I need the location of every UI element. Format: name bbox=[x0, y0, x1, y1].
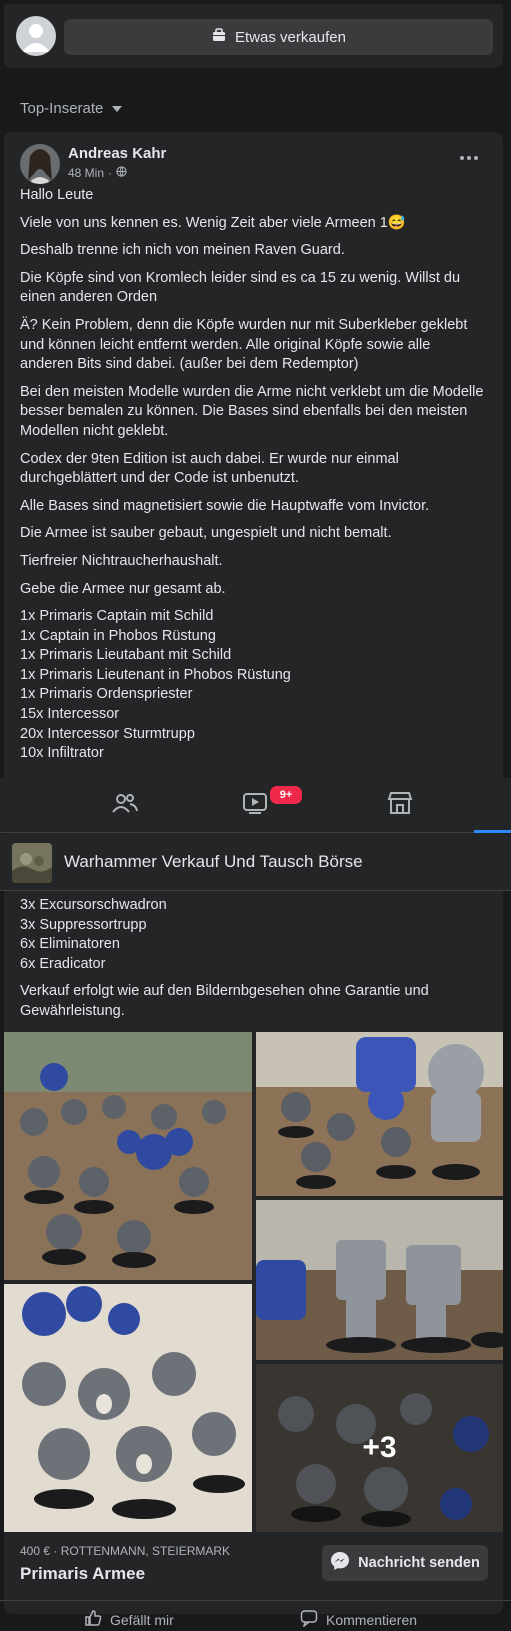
photo-5[interactable]: +3 bbox=[256, 1364, 503, 1532]
people-icon bbox=[112, 791, 138, 820]
list-item: 1x Primaris Lieutabant mit Schild bbox=[20, 647, 232, 664]
notification-badge: 9+ bbox=[268, 784, 304, 806]
army-list-continued: 3x Excursorschwadron 3x Suppressortrupp … bbox=[20, 896, 486, 974]
more-options-button[interactable] bbox=[451, 146, 487, 170]
globe-icon bbox=[116, 166, 127, 180]
post-closing: Verkauf erfolgt wie auf den Bildernbgese… bbox=[20, 983, 429, 1019]
video-icon bbox=[242, 791, 268, 820]
more-photos-overlay[interactable]: +3 bbox=[256, 1364, 503, 1532]
thumbs-up-icon bbox=[84, 1609, 102, 1630]
sell-something-button[interactable]: Etwas verkaufen bbox=[64, 19, 493, 55]
list-item: 6x Eradicator bbox=[20, 955, 106, 972]
meta-separator: · bbox=[108, 166, 113, 180]
post-paragraph: Die Köpfe sind von Kromlech leider sind … bbox=[20, 269, 461, 306]
list-item: 3x Suppressortrupp bbox=[20, 916, 147, 933]
list-item: 1x Primaris Ordenspriester bbox=[20, 686, 193, 703]
photo-3[interactable] bbox=[256, 1200, 503, 1360]
post-paragraph: Ä? Kein Problem, denn die Köpfe wurden n… bbox=[20, 316, 468, 373]
sell-composer: Etwas verkaufen bbox=[4, 4, 503, 68]
post-paragraph: Gebe die Armee nur gesamt ab. bbox=[20, 580, 226, 597]
feed-filter[interactable]: Top-Inserate bbox=[20, 100, 123, 117]
dot-icon bbox=[460, 156, 464, 160]
bottom-navigation: 9+ bbox=[0, 778, 511, 833]
caret-down-icon bbox=[111, 100, 123, 117]
send-message-label: Nachricht senden bbox=[358, 1555, 480, 1571]
list-item: 1x Captain in Phobos Rüstung bbox=[20, 627, 216, 644]
army-list: 1x Primaris Captain mit Schild 1x Captai… bbox=[20, 607, 486, 764]
post-paragraph: Codex der 9ten Edition ist auch dabei. E… bbox=[20, 450, 399, 487]
list-item: 1x Primaris Lieutenant in Phobos Rüstung bbox=[20, 666, 291, 683]
photo-2[interactable] bbox=[256, 1032, 503, 1196]
post-paragraph: Bei den meisten Modelle wurden die Arme … bbox=[20, 383, 484, 439]
post-time[interactable]: 48 Min bbox=[68, 166, 104, 180]
dot-icon bbox=[467, 156, 471, 160]
list-item: 3x Excursorschwadron bbox=[20, 897, 167, 913]
post-actions: Gefällt mir Kommentieren bbox=[0, 1600, 511, 1631]
photo-4[interactable] bbox=[4, 1284, 252, 1532]
feed-filter-label: Top-Inserate bbox=[20, 100, 104, 117]
user-avatar[interactable] bbox=[16, 16, 56, 56]
list-item: 20x Intercessor Sturmtrupp bbox=[20, 725, 195, 742]
author-avatar[interactable] bbox=[20, 144, 60, 184]
list-item: 10x Infiltrator bbox=[20, 745, 104, 762]
list-item: 1x Primaris Captain mit Schild bbox=[20, 608, 214, 625]
photo-1[interactable] bbox=[4, 1032, 252, 1280]
group-thumbnail bbox=[12, 843, 52, 883]
list-item: 15x Intercessor bbox=[20, 706, 120, 723]
group-title: Warhammer Verkauf Und Tausch Börse bbox=[64, 852, 363, 871]
post-text: Hallo Leute Viele von uns kennen es. Wen… bbox=[20, 186, 486, 764]
sell-button-label: Etwas verkaufen bbox=[235, 28, 346, 46]
post-paragraph: Alle Bases sind magnetisiert sowie die H… bbox=[20, 497, 430, 514]
post-paragraph: Viele von uns kennen es. Wenig Zeit aber… bbox=[20, 214, 406, 231]
post-paragraph: Hallo Leute bbox=[20, 187, 94, 203]
photo-grid: +3 bbox=[4, 1032, 503, 1532]
group-header[interactable]: Warhammer Verkauf Und Tausch Börse bbox=[0, 834, 511, 891]
nav-active-indicator bbox=[474, 830, 511, 833]
send-message-button[interactable]: Nachricht senden bbox=[322, 1545, 488, 1581]
comment-button[interactable]: Kommentieren bbox=[300, 1609, 417, 1630]
listing-title[interactable]: Primaris Armee bbox=[20, 1564, 230, 1584]
like-button[interactable]: Gefällt mir bbox=[84, 1609, 174, 1630]
marketplace-icon bbox=[387, 791, 413, 820]
post-paragraph: Die Armee ist sauber gebaut, ungespielt … bbox=[20, 525, 392, 542]
post-paragraph: Deshalb trenne ich nich von meinen Raven… bbox=[20, 242, 345, 259]
post-paragraph: Tierfreier Nichtraucherhaushalt. bbox=[20, 552, 223, 569]
post-text-continued: 3x Excursorschwadron 3x Suppressortrupp … bbox=[20, 896, 486, 1030]
post-meta: 48 Min · bbox=[68, 166, 127, 180]
author-name[interactable]: Andreas Kahr bbox=[68, 145, 166, 162]
listing-price-location: 400 € · ROTTENMANN, STEIERMARK bbox=[20, 1544, 231, 1558]
tab-marketplace[interactable] bbox=[315, 778, 485, 832]
listing-info: 400 € · ROTTENMANN, STEIERMARK Primaris … bbox=[20, 1544, 230, 1584]
dot-icon bbox=[474, 156, 478, 160]
comment-icon bbox=[300, 1609, 318, 1630]
bag-icon bbox=[211, 27, 227, 47]
messenger-icon bbox=[330, 1551, 350, 1575]
list-item: 6x Eliminatoren bbox=[20, 936, 120, 953]
